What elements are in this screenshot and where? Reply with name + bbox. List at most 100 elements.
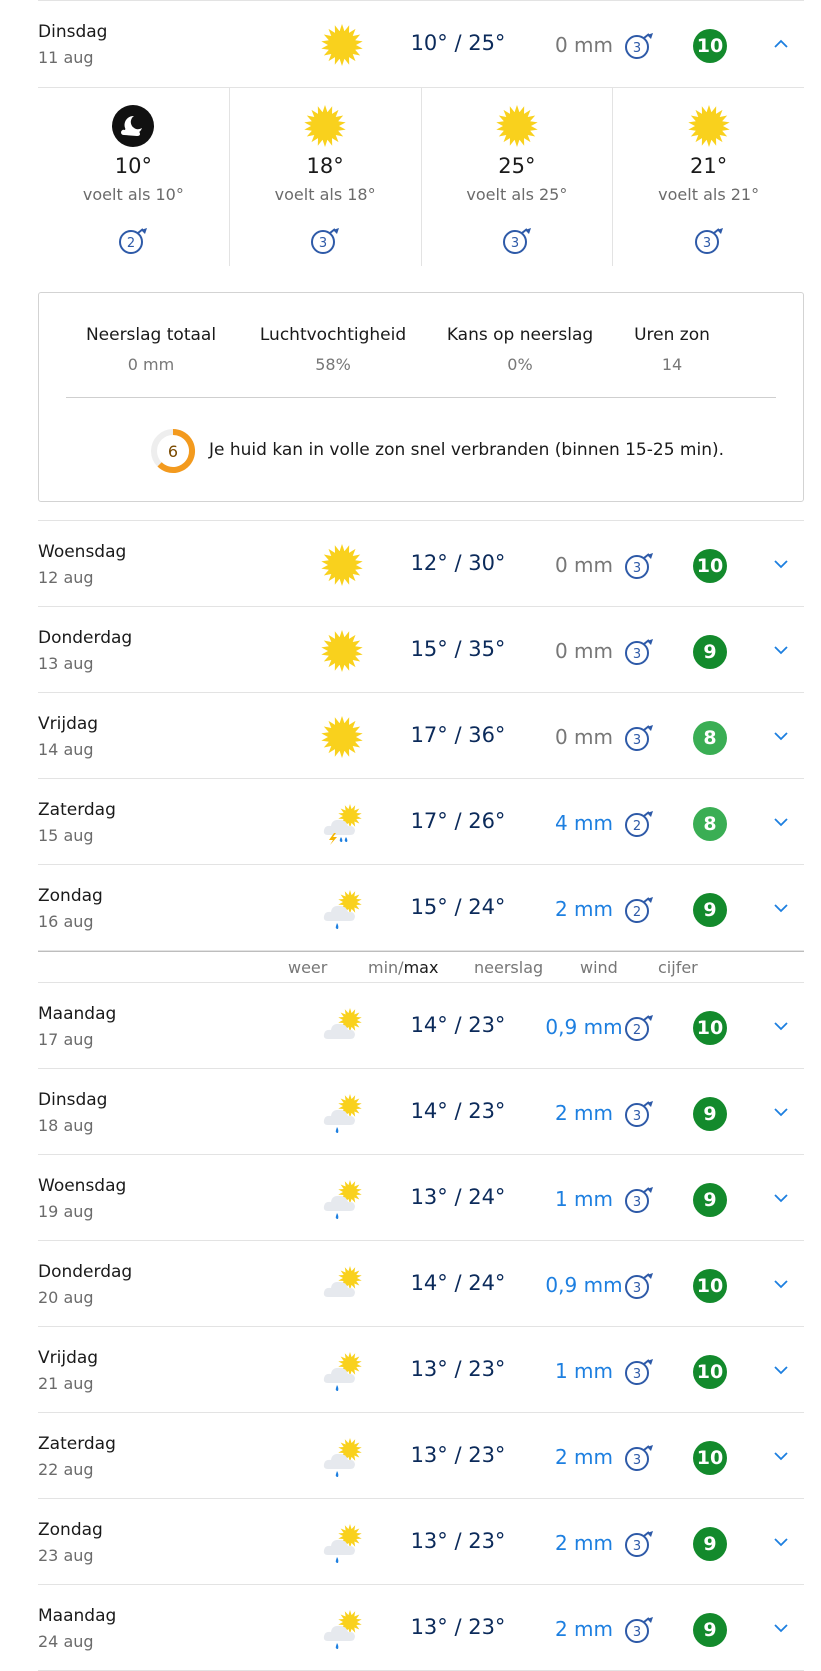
day-date: 18 aug [38,1116,94,1135]
day-date: 13 aug [38,654,94,673]
wind-icon: 3 [622,721,656,755]
day-row[interactable]: Vrijdag 14 aug 17° / 36° 0 mm 3 8 [38,693,804,779]
chevron-down-icon[interactable] [772,1275,790,1293]
stat-precip-total: Neerslag totaal 0 mm [85,325,217,374]
sun-icon [687,104,731,148]
wind-icon: 3 [622,1183,656,1217]
chevron-down-icon[interactable] [772,1017,790,1035]
chevron-down-icon[interactable] [772,1189,790,1207]
svg-text:3: 3 [511,236,519,251]
sun-icon [303,104,347,148]
day-date: 16 aug [38,912,94,931]
score-badge: 8 [693,807,727,841]
chevron-down-icon[interactable] [772,1619,790,1637]
score-badge: 9 [693,1613,727,1647]
wind-icon: 3 [622,1269,656,1303]
svg-text:2: 2 [633,905,641,920]
day-row[interactable]: Maandag 24 aug 13° / 23° 2 mm 3 9 [38,1585,804,1671]
chevron-down-icon[interactable] [772,1533,790,1551]
temperature-range: 13° / 24° [410,1185,506,1209]
score-badge: 10 [693,549,727,583]
day-row[interactable]: Woensdag 19 aug 13° / 24° 1 mm 3 9 [38,1155,804,1241]
part-feels-like: voelt als 18° [274,185,376,204]
chevron-down-icon[interactable] [772,1447,790,1465]
day-date: 24 aug [38,1632,94,1651]
chevron-down-icon[interactable] [772,555,790,573]
day-row[interactable]: Donderdag 13 aug 15° / 35° 0 mm 3 9 [38,607,804,693]
wind-icon: 3 [622,1097,656,1131]
svg-text:3: 3 [702,236,710,251]
chevron-down-icon[interactable] [772,899,790,917]
day-row[interactable]: Woensdag 12 aug 12° / 30° 0 mm 3 10 [38,521,804,607]
legend-neerslag: neerslag [474,958,544,977]
chevron-down-icon[interactable] [772,641,790,659]
sun-icon [320,23,364,67]
wind-icon: 3 [308,224,342,258]
legend-min: min/max [368,958,439,977]
score-badge: 9 [693,635,727,669]
day-name: Zondag [38,1520,103,1540]
rain-sun-cloud-icon [320,1607,364,1651]
day-row[interactable]: Vrijdag 21 aug 13° / 23° 1 mm 3 10 [38,1327,804,1413]
wind-icon: 3 [622,1355,656,1389]
score-badge: 10 [693,1269,727,1303]
part-temperature: 21° [690,154,728,178]
day-row[interactable]: Zondag 23 aug 13° / 23° 2 mm 3 9 [38,1499,804,1585]
day-part: 18° voelt als 18° 3 [230,88,422,266]
column-legend: weer min/max neerslag wind cijfer [38,951,804,983]
chevron-down-icon[interactable] [772,727,790,745]
chevron-down-icon[interactable] [772,1103,790,1121]
day-row[interactable]: Donderdag 20 aug 14° / 24° 0,9 mm 3 10 [38,1241,804,1327]
score-badge: 8 [693,721,727,755]
sun-cloud-icon [320,1263,364,1307]
legend-wind: wind [580,958,618,977]
day-details: 10° voelt als 10° 2 18° voelt als 18° 3 … [38,88,804,521]
temperature-range: 15° / 35° [410,637,506,661]
temperature-range: 13° / 23° [410,1443,506,1467]
divider [66,397,776,398]
day-date: 15 aug [38,826,94,845]
rain-sun-cloud-icon [320,1177,364,1221]
day-row[interactable]: Zaterdag 22 aug 13° / 23° 2 mm 3 10 [38,1413,804,1499]
day-row[interactable]: Dinsdag 18 aug 14° / 23° 2 mm 3 9 [38,1069,804,1155]
day-row[interactable]: Zaterdag 15 aug 17° / 26° 4 mm 2 8 [38,779,804,865]
svg-text:3: 3 [633,1281,641,1296]
chevron-up-icon[interactable] [772,35,790,53]
svg-text:3: 3 [319,236,327,251]
part-temperature: 25° [498,154,536,178]
score-badge: 9 [693,893,727,927]
temperature-range: 14° / 24° [410,1271,506,1295]
score-badge: 9 [693,1527,727,1561]
part-feels-like: voelt als 21° [658,185,760,204]
wind-icon: 3 [622,29,656,63]
score-badge: 10 [693,29,727,63]
day-name: Woensdag [38,1176,127,1196]
temperature-range: 13° / 23° [410,1529,506,1553]
day-date: 23 aug [38,1546,94,1565]
day-parts: 10° voelt als 10° 2 18° voelt als 18° 3 … [38,88,804,266]
day-row-expanded[interactable]: Dinsdag 11 aug 10° / 25° 0 mm 3 10 [38,0,804,88]
part-feels-like: voelt als 10° [82,185,184,204]
temperature-range: 14° / 23° [410,1099,506,1123]
part-temperature: 10° [114,154,152,178]
svg-text:2: 2 [633,1023,641,1038]
wind-icon: 3 [692,224,726,258]
day-name: Dinsdag [38,22,108,42]
rain-sun-cloud-icon [320,1091,364,1135]
wind-icon: 3 [500,224,534,258]
wind-icon: 2 [116,224,150,258]
wind-icon: 3 [622,549,656,583]
days-group-a: Woensdag 12 aug 12° / 30° 0 mm 3 10 Dond… [38,521,804,951]
day-row[interactable]: Zondag 16 aug 15° / 24° 2 mm 2 9 [38,865,804,951]
legend-cijfer: cijfer [658,958,698,977]
rain-sun-cloud-icon [320,1435,364,1479]
day-name: Dinsdag [38,1090,108,1110]
day-name: Zondag [38,886,103,906]
part-temperature: 18° [306,154,344,178]
temperature-range: 10° / 25° [410,31,506,55]
chevron-down-icon[interactable] [772,813,790,831]
uv-index-icon: 6 [151,428,196,473]
chevron-down-icon[interactable] [772,1361,790,1379]
svg-text:3: 3 [633,41,641,56]
day-row[interactable]: Maandag 17 aug 14° / 23° 0,9 mm 2 10 [38,983,804,1069]
